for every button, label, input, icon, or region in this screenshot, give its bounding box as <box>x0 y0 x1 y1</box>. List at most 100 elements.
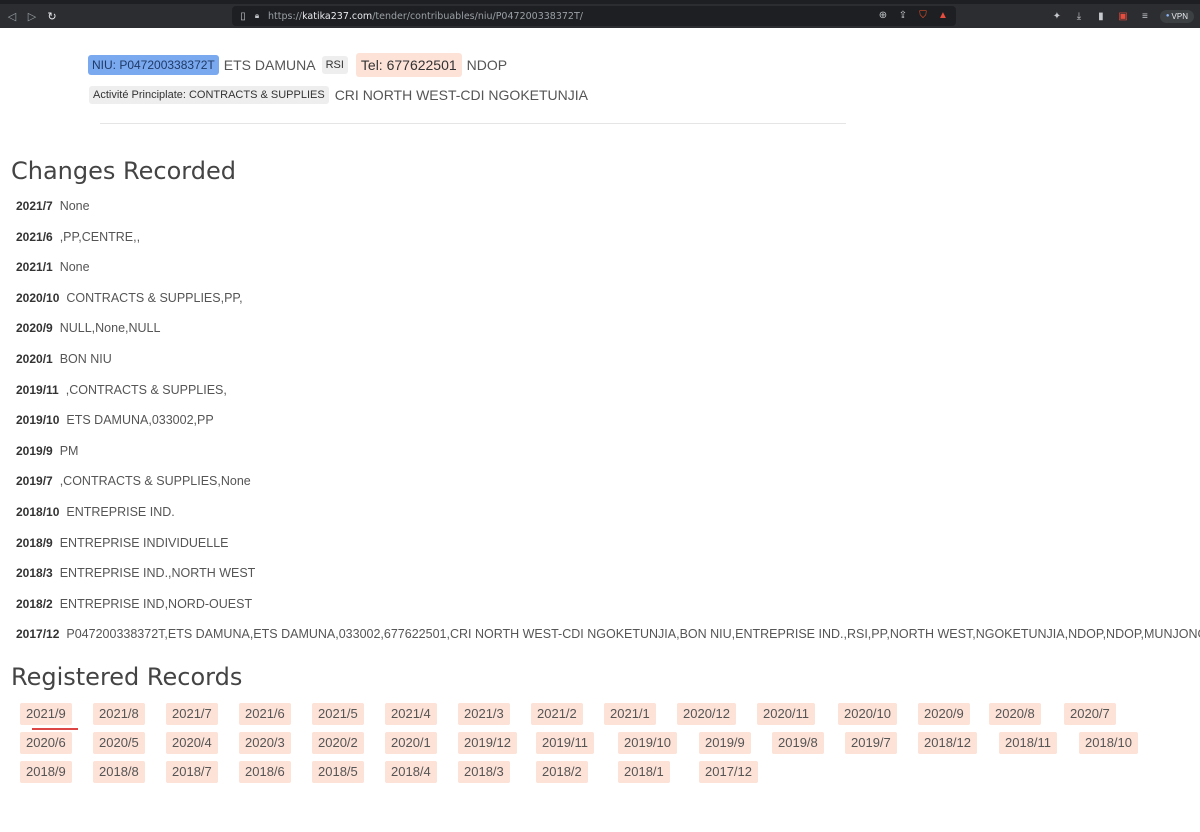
change-date: 2021/1 <box>16 260 53 275</box>
change-value: P047200338372T,ETS DAMUNA,ETS DAMUNA,033… <box>66 627 1200 642</box>
change-row: 2018/9 ENTREPRISE INDIVIDUELLE <box>16 533 1200 564</box>
record-link[interactable]: 2020/4 <box>166 732 218 754</box>
record-link[interactable]: 2020/2 <box>312 732 364 754</box>
regime-badge: RSI <box>321 56 348 74</box>
change-row: 2021/7 None <box>16 196 1200 227</box>
change-row: 2019/10 ETS DAMUNA,033002,PP <box>16 410 1200 441</box>
bookmark-icon[interactable]: ▯ <box>236 9 250 23</box>
record-link[interactable]: 2019/9 <box>699 732 751 754</box>
record-link[interactable]: 2021/7 <box>166 703 218 725</box>
records-row: 2021/9 2021/8 2021/7 2021/6 2021/5 2021/4 2021… <box>20 703 1190 732</box>
city-text: NDOP <box>466 57 508 73</box>
niu-badge: NIU: P047200338372T <box>88 55 219 75</box>
record-link[interactable]: 2020/9 <box>918 703 970 725</box>
change-date: 2021/7 <box>16 199 53 213</box>
vpn-button[interactable]: VPN <box>1159 9 1194 23</box>
change-value: ,PP,CENTRE,, <box>59 229 141 244</box>
change-date: 2020/1 <box>16 351 53 366</box>
change-row: 2018/10 ENTREPRISE IND. <box>16 502 1200 533</box>
record-link[interactable]: 2018/3 <box>458 761 510 783</box>
change-value: NULL,None,NULL <box>59 321 161 336</box>
change-value: PM <box>59 443 79 458</box>
record-link[interactable]: 2020/11 <box>757 703 816 725</box>
records-row: 2018/9 2018/8 2018/7 2018/6 2018/5 2018/4 2018… <box>20 761 1190 790</box>
change-row: 2020/9 NULL,None,NULL <box>16 318 1200 349</box>
change-date: 2019/11 <box>16 382 59 397</box>
record-link[interactable]: 2019/11 <box>536 732 595 754</box>
download-icon[interactable]: ⤓ <box>1072 9 1086 23</box>
change-row: 2020/1 BON NIU <box>16 349 1200 380</box>
sidebar-icon[interactable]: ▮ <box>1094 9 1108 23</box>
change-row: 2021/6 ,PP,CENTRE,, <box>16 227 1200 258</box>
change-value: ENTREPRISE INDIVIDUELLE <box>59 535 229 550</box>
record-link[interactable]: 2018/12 <box>918 732 977 754</box>
record-link[interactable]: 2018/11 <box>999 732 1058 754</box>
change-date: 2018/3 <box>16 566 53 581</box>
tel-badge: Tel: 677622501 <box>355 53 462 77</box>
zoom-icon[interactable]: ⊕ <box>876 8 890 22</box>
record-link[interactable]: 2018/7 <box>166 761 218 783</box>
change-value: ,CONTRACTS & SUPPLIES,None <box>59 474 251 489</box>
change-value: BON NIU <box>59 351 112 366</box>
change-row: 2019/7 ,CONTRACTS & SUPPLIES,None <box>16 471 1200 502</box>
record-link[interactable]: 2018/4 <box>385 761 437 783</box>
record-link[interactable]: 2018/2 <box>536 761 588 783</box>
record-link[interactable]: 2020/5 <box>93 732 145 754</box>
record-link[interactable]: 2020/3 <box>239 732 291 754</box>
record-link[interactable]: 2020/7 <box>1064 703 1116 725</box>
record-link[interactable]: 2021/5 <box>312 703 364 725</box>
brave-rewards-icon[interactable]: ▲ <box>936 8 950 22</box>
change-row: 2020/10 CONTRACTS & SUPPLIES,PP, <box>16 288 1200 319</box>
record-link[interactable]: 2020/10 <box>838 703 897 725</box>
activity-badge: Activité Principlate: CONTRACTS & SUPPLI… <box>89 86 329 104</box>
record-link[interactable]: 2018/6 <box>239 761 291 783</box>
records-title: Registered Records <box>11 663 243 691</box>
share-icon[interactable]: ⇪ <box>896 8 910 22</box>
record-link[interactable]: 2021/2 <box>531 703 583 725</box>
change-date: 2018/10 <box>16 504 60 519</box>
forward-icon[interactable]: ▷ <box>22 6 42 26</box>
record-link[interactable]: 2018/5 <box>312 761 364 783</box>
address-bar[interactable]: ▯ 🔒︎ https://katika237.com/tender/contri… <box>232 6 956 26</box>
change-value: CONTRACTS & SUPPLIES,PP, <box>66 290 243 305</box>
record-link[interactable]: 2020/6 <box>20 732 72 754</box>
record-link[interactable]: 2021/3 <box>458 703 510 725</box>
wallet-icon[interactable]: ▣ <box>1116 9 1130 23</box>
reload-icon[interactable]: ↻ <box>42 6 62 26</box>
brave-shield-icon[interactable]: ⛉ <box>916 8 930 22</box>
record-link[interactable]: 2018/1 <box>618 761 670 783</box>
record-link[interactable]: 2021/8 <box>93 703 145 725</box>
change-date: 2021/6 <box>16 229 53 244</box>
record-link[interactable]: 2017/12 <box>699 761 758 783</box>
record-link[interactable]: 2019/12 <box>458 732 517 754</box>
record-link[interactable]: 2021/9 <box>20 703 78 730</box>
browser-toolbar: ◁ ▷ ↻ ▯ 🔒︎ https://katika237.com/tender/… <box>0 4 1200 28</box>
record-link[interactable]: 2019/8 <box>772 732 824 754</box>
record-link[interactable]: 2020/12 <box>677 703 736 725</box>
change-row: 2019/11 ,CONTRACTS & SUPPLIES, <box>16 380 1200 411</box>
record-link[interactable]: 2019/7 <box>845 732 897 754</box>
record-link[interactable]: 2020/8 <box>989 703 1041 725</box>
divider <box>100 123 846 124</box>
extensions-icon[interactable]: ✦ <box>1050 9 1064 23</box>
url-text[interactable]: https://katika237.com/tender/contribuabl… <box>268 11 583 22</box>
change-row: 2018/3 ENTREPRISE IND.,NORTH WEST <box>16 563 1200 594</box>
record-link[interactable]: 2019/10 <box>618 732 677 754</box>
record-link[interactable]: 2020/1 <box>385 732 437 754</box>
record-link[interactable]: 2021/1 <box>604 703 656 725</box>
record-link[interactable]: 2018/9 <box>20 761 72 783</box>
record-link[interactable]: 2021/6 <box>239 703 291 725</box>
changes-list: 2021/7 None 2021/6 ,PP,CENTRE,, 2021/1 None 20… <box>16 196 1200 655</box>
menu-icon[interactable]: ≡ <box>1138 9 1152 23</box>
record-link[interactable]: 2021/4 <box>385 703 437 725</box>
change-row: 2017/12 P047200338372T,ETS DAMUNA,ETS DAM… <box>16 624 1200 655</box>
change-date: 2019/10 <box>16 413 60 428</box>
record-link[interactable]: 2018/8 <box>93 761 145 783</box>
change-date: 2020/10 <box>16 290 60 305</box>
lock-icon[interactable]: 🔒︎ <box>250 9 264 23</box>
record-link[interactable]: 2018/10 <box>1079 732 1138 754</box>
tax-center-text: CRI NORTH WEST-CDI NGOKETUNJIA <box>334 87 588 103</box>
change-row: 2018/2 ENTREPRISE IND,NORD-OUEST <box>16 594 1200 625</box>
change-date: 2018/9 <box>16 535 53 550</box>
back-icon[interactable]: ◁ <box>2 6 22 26</box>
